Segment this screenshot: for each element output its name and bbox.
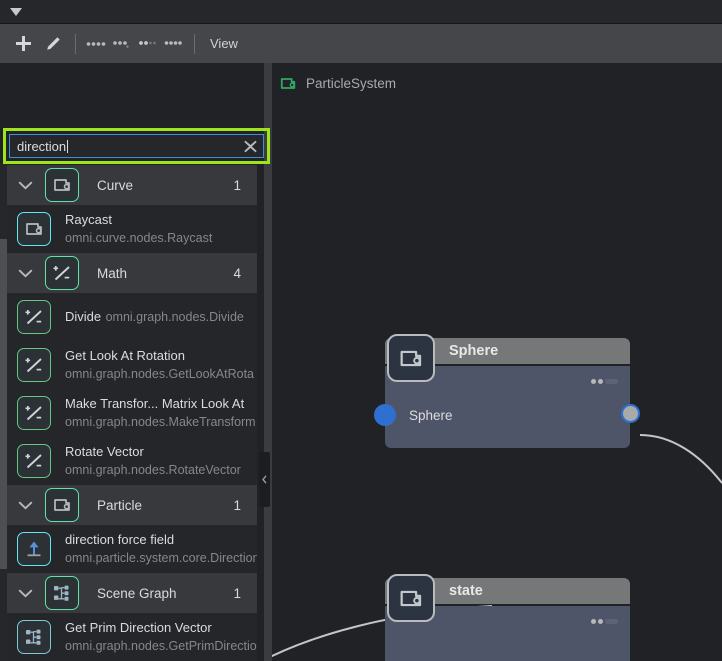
list-item[interactable]: direction force field omni.particle.syst… [7,525,257,573]
chevron-down-icon[interactable] [7,165,43,205]
list-item-subtitle: omni.graph.nodes.MakeTransform [65,415,256,429]
panel-divider[interactable] [264,63,272,661]
chevron-down-icon[interactable] [7,485,43,525]
list-item-title: Get Prim Direction Vector [65,620,212,635]
category-count: 1 [233,497,241,513]
node-type-badge [387,334,435,382]
list-item-subtitle: omni.particle.system.core.Direction [65,551,257,565]
list-item-subtitle: omni.graph.nodes.GetLookAtRota [65,367,255,381]
node-status-dots [591,379,618,384]
prim-node-icon [400,590,421,606]
list-item[interactable]: Rotate Vector omni.graph.nodes.RotateVec… [7,437,257,485]
toolbar-separator-2 [194,33,195,54]
math-node-icon [17,444,51,478]
scene-graph-icon [17,620,51,654]
node-library-list: Curve 1 Raycast omni.curve.nodes.Raycast [7,165,257,661]
chevron-down-icon[interactable] [7,253,43,293]
input-port-sphere[interactable] [374,404,396,426]
search-input-value: direction [17,138,67,154]
collapse-caret-icon[interactable] [10,8,22,16]
window-titlebar [0,0,722,24]
node-type-badge [387,574,435,622]
list-item-subtitle: omni.graph.nodes.Divide [105,310,244,324]
category-count: 1 [233,585,241,601]
layout-dots-2-icon [113,40,129,48]
status-dot-inactive [605,379,618,384]
chevron-down-icon[interactable] [7,573,43,613]
curve-node-icon [45,168,79,202]
prim-node-icon [400,350,421,366]
status-dot [598,379,603,384]
node-library-panel: direction Curve 1 Raycast omni.curve.nod… [0,63,270,661]
library-scrollbar-thumb[interactable] [0,239,7,569]
layout-dots-1-icon [86,41,106,46]
category-header-curve[interactable]: Curve 1 [7,165,257,205]
list-item-title: Raycast [65,212,112,227]
list-item-title: Divide [65,309,102,324]
category-label: Math [97,265,128,281]
list-item[interactable]: Raycast omni.curve.nodes.Raycast [7,205,257,253]
node-search-field[interactable]: direction [9,134,264,158]
status-dot [598,619,603,624]
graph-canvas[interactable]: ParticleSystem Sphere Sphere state [272,63,722,661]
list-item[interactable]: Get Look At Rotation omni.graph.nodes.Ge… [7,341,257,389]
edit-button[interactable] [38,24,68,63]
status-dot-inactive [605,619,618,624]
force-field-arrow-icon [17,532,51,566]
list-item[interactable]: Make Transfor... Matrix Look At omni.gra… [7,389,257,437]
panel-collapse-handle[interactable] [259,452,270,507]
category-label: Particle [97,497,143,513]
scene-graph-icon [45,576,79,610]
list-item-title: Make Transfor... Matrix Look At [65,396,245,411]
category-header-particle[interactable]: Particle 1 [7,485,257,525]
chevron-left-icon [262,475,267,484]
list-item[interactable]: Divide omni.graph.nodes.Divide [7,293,257,341]
view-menu-button[interactable]: View [202,24,246,63]
list-item-title: Rotate Vector [65,444,144,459]
status-dot [591,379,596,384]
output-port-sphere[interactable] [621,404,640,423]
layout-dots-2-button[interactable] [109,24,135,63]
list-item-subtitle: omni.graph.nodes.GetPrimDirectio [65,639,257,653]
layout-dots-1-button[interactable] [83,24,109,63]
curve-node-icon [17,212,51,246]
layout-dots-3-button[interactable] [135,24,161,63]
graph-node-state[interactable]: state [385,574,630,661]
close-icon [243,140,257,152]
node-status-dots [591,619,618,624]
layout-dots-4-button[interactable] [161,24,187,63]
graph-node-sphere[interactable]: Sphere Sphere [363,334,640,448]
math-node-icon [17,300,51,334]
toolbar-separator-1 [75,33,76,54]
search-input[interactable]: direction [10,139,237,154]
category-header-math[interactable]: Math 4 [7,253,257,293]
pencil-icon [47,36,60,50]
plus-icon [15,36,31,51]
math-node-icon [17,348,51,382]
layout-dots-3-icon [139,40,156,45]
math-node-icon [45,256,79,290]
omnigraph-editor-window: View direction Curve 1 Raycast omni.curv… [0,0,722,661]
category-count: 4 [233,265,241,281]
category-label: Scene Graph [97,585,177,601]
add-node-button[interactable] [8,24,38,63]
particle-node-icon [45,488,79,522]
clear-search-button[interactable] [237,135,263,157]
text-caret [67,139,69,153]
list-item-subtitle: omni.graph.nodes.RotateVector [65,463,241,477]
list-item[interactable]: Get Prim Direction Vector omni.graph.nod… [7,613,257,661]
layout-dots-4-icon [164,40,182,45]
category-count: 1 [233,177,241,193]
category-header-scene-graph[interactable]: Scene Graph 1 [7,573,257,613]
status-dot [591,619,596,624]
math-node-icon [17,396,51,430]
list-item-title: Get Look At Rotation [65,348,185,363]
graph-toolbar: View [0,24,722,63]
list-item-title: direction force field [65,532,175,547]
node-input-port-row[interactable]: Sphere [363,403,630,427]
list-item-subtitle: omni.curve.nodes.Raycast [65,231,213,245]
category-label: Curve [97,177,134,193]
